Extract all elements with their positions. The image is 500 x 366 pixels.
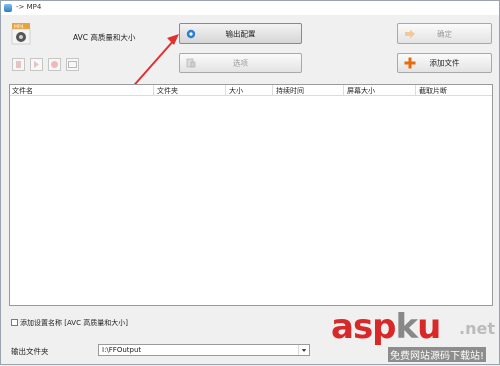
output-folder-select[interactable]: I:\FFOutput (98, 344, 310, 356)
ok-label: 确定 (437, 29, 452, 38)
watermark-domain: .net (459, 319, 495, 338)
window-title: -> MP4 (16, 3, 42, 11)
add-setting-name-checkbox[interactable] (11, 319, 18, 326)
mp4-format-icon: MP4 (11, 23, 31, 45)
remove-icon[interactable] (12, 58, 25, 71)
chevron-down-icon[interactable] (298, 345, 309, 355)
app-window: -> MP4 MP4 AVC 高质量和大小 输出配置 选项 确定 添加文件 文件… (0, 0, 500, 365)
title-bar: -> MP4 (1, 1, 499, 15)
output-folder-label: 输出文件夹 (11, 347, 49, 356)
watermark: aspku .net 免费网站源码下载站! (331, 307, 500, 366)
output-config-button[interactable]: 输出配置 (179, 23, 302, 44)
ok-button[interactable]: 确定 (397, 23, 492, 44)
add-setting-name-label: 添加设置名称 [AVC 高质量和大小] (20, 319, 128, 327)
options-button[interactable]: 选项 (179, 53, 302, 73)
column-header-filename[interactable]: 文件名 (12, 86, 33, 96)
watermark-tagline: 免费网站源码下载站! (388, 347, 487, 362)
file-list-header: 文件名 文件夹 大小 持续时间 屏幕大小 截取片断 (10, 85, 492, 96)
file-list[interactable]: 文件名 文件夹 大小 持续时间 屏幕大小 截取片断 (9, 84, 493, 306)
watermark-logo: aspku (331, 307, 441, 347)
column-header-size[interactable]: 大小 (229, 86, 243, 96)
output-config-label: 输出配置 (225, 29, 256, 38)
app-icon (4, 4, 12, 12)
column-header-clip[interactable]: 截取片断 (419, 86, 447, 96)
clear-icon[interactable] (48, 58, 61, 71)
media-info-icon[interactable] (66, 58, 79, 71)
add-file-button[interactable]: 添加文件 (397, 53, 492, 73)
add-file-label: 添加文件 (429, 58, 460, 68)
move-icon[interactable] (30, 58, 43, 71)
column-header-screen-size[interactable]: 屏幕大小 (347, 86, 375, 96)
column-header-folder[interactable]: 文件夹 (157, 86, 178, 96)
output-folder-value: I:\FFOutput (102, 346, 142, 354)
column-header-duration[interactable]: 持续时间 (276, 86, 304, 96)
options-label: 选项 (233, 58, 248, 68)
